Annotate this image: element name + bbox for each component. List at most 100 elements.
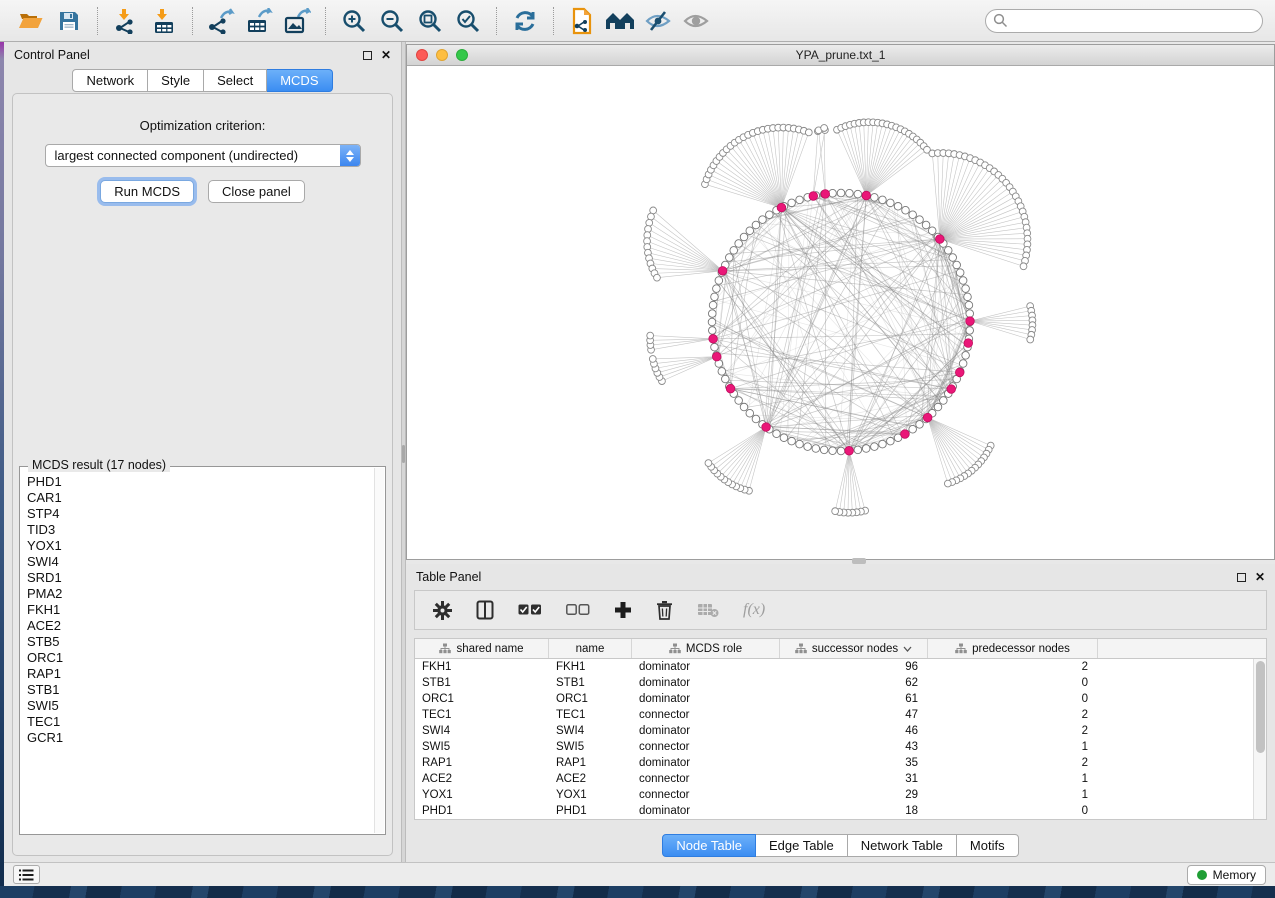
table-cell[interactable]: FKH1 bbox=[415, 659, 549, 675]
zoom-in-button[interactable] bbox=[335, 5, 373, 37]
select-all-button[interactable] bbox=[518, 604, 542, 616]
table-row[interactable]: TEC1TEC1connector472 bbox=[415, 707, 1266, 723]
table-cell[interactable]: 2 bbox=[928, 723, 1098, 739]
splitter-handle[interactable] bbox=[402, 445, 405, 463]
save-session-button[interactable] bbox=[50, 5, 88, 37]
task-history-button[interactable] bbox=[13, 865, 40, 884]
table-cell[interactable]: dominator bbox=[632, 659, 780, 675]
close-window-icon[interactable] bbox=[416, 49, 428, 61]
tab-network-table[interactable]: Network Table bbox=[848, 834, 957, 857]
maximize-window-icon[interactable] bbox=[456, 49, 468, 61]
mcds-node-item[interactable]: SWI5 bbox=[27, 698, 374, 714]
export-network-button[interactable] bbox=[202, 5, 240, 37]
tab-mcds[interactable]: MCDS bbox=[267, 69, 332, 92]
table-row[interactable]: PHD1PHD1dominator180 bbox=[415, 803, 1266, 819]
run-mcds-button[interactable]: Run MCDS bbox=[100, 180, 194, 203]
zoom-selected-button[interactable] bbox=[449, 5, 487, 37]
mcds-node-item[interactable]: STB1 bbox=[27, 682, 374, 698]
table-scrollbar-thumb[interactable] bbox=[1256, 661, 1265, 753]
float-panel-icon[interactable] bbox=[1237, 573, 1246, 582]
mcds-node-item[interactable]: TEC1 bbox=[27, 714, 374, 730]
delete-column-button[interactable] bbox=[656, 600, 673, 620]
column-header-shared-name[interactable]: shared name bbox=[415, 639, 549, 658]
zoom-out-button[interactable] bbox=[373, 5, 411, 37]
mcds-node-item[interactable]: PMA2 bbox=[27, 586, 374, 602]
tab-node-table[interactable]: Node Table bbox=[662, 834, 756, 857]
refresh-button[interactable] bbox=[506, 5, 544, 37]
show-columns-button[interactable] bbox=[476, 600, 494, 620]
table-cell[interactable]: 35 bbox=[780, 755, 928, 771]
mcds-result-list[interactable]: PHD1CAR1STP4TID3YOX1SWI4SRD1PMA2FKH1ACE2… bbox=[21, 470, 374, 833]
mcds-node-item[interactable]: PHD1 bbox=[27, 474, 374, 490]
export-image-button[interactable] bbox=[278, 5, 316, 37]
import-network-button[interactable] bbox=[107, 5, 145, 37]
network-graph[interactable] bbox=[407, 66, 1274, 559]
table-row[interactable]: RAP1RAP1dominator352 bbox=[415, 755, 1266, 771]
table-cell[interactable]: 46 bbox=[780, 723, 928, 739]
table-cell[interactable]: 2 bbox=[928, 755, 1098, 771]
table-cell[interactable]: 96 bbox=[780, 659, 928, 675]
tab-network[interactable]: Network bbox=[72, 69, 148, 92]
table-cell[interactable]: dominator bbox=[632, 755, 780, 771]
network-window-titlebar[interactable]: YPA_prune.txt_1 bbox=[407, 45, 1274, 66]
table-cell[interactable]: SWI5 bbox=[549, 739, 632, 755]
mcds-node-item[interactable]: RAP1 bbox=[27, 666, 374, 682]
table-row[interactable]: SWI5SWI5connector431 bbox=[415, 739, 1266, 755]
add-column-button[interactable] bbox=[614, 601, 632, 619]
table-cell[interactable]: TEC1 bbox=[415, 707, 549, 723]
criterion-dropdown[interactable]: largest connected component (undirected) bbox=[45, 144, 361, 167]
table-cell[interactable]: connector bbox=[632, 771, 780, 787]
table-cell[interactable]: ORC1 bbox=[549, 691, 632, 707]
mcds-node-item[interactable]: FKH1 bbox=[27, 602, 374, 618]
mcds-node-item[interactable]: ACE2 bbox=[27, 618, 374, 634]
table-cell[interactable]: connector bbox=[632, 787, 780, 803]
tab-motifs[interactable]: Motifs bbox=[957, 834, 1019, 857]
table-cell[interactable]: 43 bbox=[780, 739, 928, 755]
table-cell[interactable]: TEC1 bbox=[549, 707, 632, 723]
mcds-node-item[interactable]: STP4 bbox=[27, 506, 374, 522]
open-file-button[interactable] bbox=[12, 5, 50, 37]
table-cell[interactable]: RAP1 bbox=[549, 755, 632, 771]
table-cell[interactable]: FKH1 bbox=[549, 659, 632, 675]
import-table-button[interactable] bbox=[145, 5, 183, 37]
tab-edge-table[interactable]: Edge Table bbox=[756, 834, 848, 857]
column-header-successor-nodes[interactable]: successor nodes bbox=[780, 639, 928, 658]
search-box[interactable] bbox=[985, 9, 1263, 33]
table-row[interactable]: ACE2ACE2connector311 bbox=[415, 771, 1266, 787]
table-cell[interactable]: 2 bbox=[928, 659, 1098, 675]
table-cell[interactable]: YOX1 bbox=[415, 787, 549, 803]
table-cell[interactable]: 47 bbox=[780, 707, 928, 723]
tab-style[interactable]: Style bbox=[148, 69, 204, 92]
table-cell[interactable]: 29 bbox=[780, 787, 928, 803]
table-row[interactable]: ORC1ORC1dominator610 bbox=[415, 691, 1266, 707]
hide-selected-button[interactable] bbox=[639, 5, 677, 37]
zoom-fit-button[interactable] bbox=[411, 5, 449, 37]
table-cell[interactable]: YOX1 bbox=[549, 787, 632, 803]
column-header-predecessor-nodes[interactable]: predecessor nodes bbox=[928, 639, 1098, 658]
mcds-node-item[interactable]: SWI4 bbox=[27, 554, 374, 570]
close-panel-icon[interactable]: ✕ bbox=[381, 49, 391, 61]
table-cell[interactable]: dominator bbox=[632, 803, 780, 819]
table-cell[interactable]: 31 bbox=[780, 771, 928, 787]
table-cell[interactable]: ACE2 bbox=[549, 771, 632, 787]
table-cell[interactable]: ACE2 bbox=[415, 771, 549, 787]
table-cell[interactable]: 1 bbox=[928, 739, 1098, 755]
mcds-node-item[interactable]: YOX1 bbox=[27, 538, 374, 554]
table-cell[interactable]: STB1 bbox=[549, 675, 632, 691]
table-row[interactable]: STB1STB1dominator620 bbox=[415, 675, 1266, 691]
table-cell[interactable]: SWI5 bbox=[415, 739, 549, 755]
table-scrollbar[interactable] bbox=[1253, 659, 1266, 819]
table-cell[interactable]: 0 bbox=[928, 803, 1098, 819]
table-cell[interactable]: dominator bbox=[632, 675, 780, 691]
mcds-node-item[interactable]: ORC1 bbox=[27, 650, 374, 666]
mcds-node-item[interactable]: SRD1 bbox=[27, 570, 374, 586]
mcds-result-scrollbar[interactable] bbox=[374, 468, 384, 833]
show-all-button[interactable] bbox=[677, 5, 715, 37]
table-cell[interactable]: PHD1 bbox=[549, 803, 632, 819]
minimize-window-icon[interactable] bbox=[436, 49, 448, 61]
mcds-node-item[interactable]: CAR1 bbox=[27, 490, 374, 506]
memory-button[interactable]: Memory bbox=[1187, 865, 1266, 885]
table-cell[interactable]: 1 bbox=[928, 787, 1098, 803]
table-cell[interactable]: 1 bbox=[928, 771, 1098, 787]
table-cell[interactable]: 2 bbox=[928, 707, 1098, 723]
